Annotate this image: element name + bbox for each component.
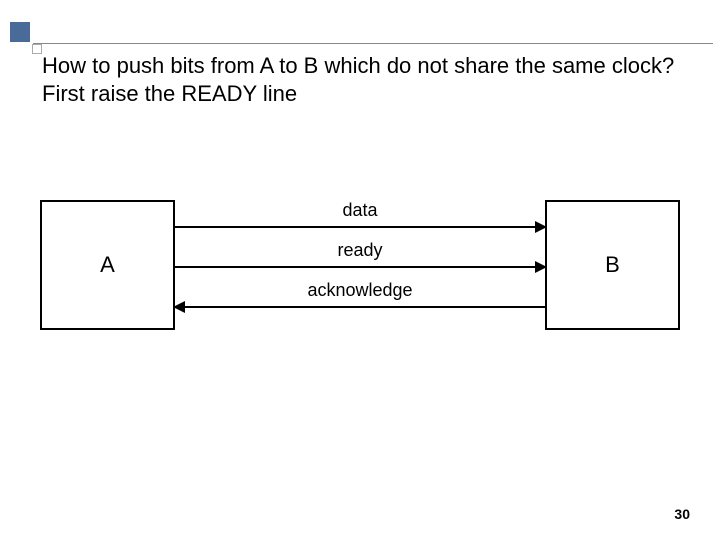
module-a-box: A (40, 200, 175, 330)
slide-title: How to push bits from A to B which do no… (42, 52, 690, 107)
signal-line-ready (175, 266, 545, 268)
arrow-left-icon (173, 301, 185, 313)
module-b-box: B (545, 200, 680, 330)
module-b-label: B (605, 252, 620, 278)
decoration-filled-square (10, 22, 30, 42)
signal-line-acknowledge (175, 306, 545, 308)
arrow-right-icon (535, 221, 547, 233)
title-divider (33, 43, 713, 44)
page-number: 30 (674, 506, 690, 522)
signal-label-acknowledge: acknowledge (300, 280, 420, 301)
signal-line-data (175, 226, 545, 228)
arrow-right-icon (535, 261, 547, 273)
handshake-diagram: A B data ready acknowledge (40, 200, 680, 360)
signal-label-ready: ready (300, 240, 420, 261)
module-a-label: A (100, 252, 115, 278)
decoration-outline-square (32, 44, 42, 54)
signal-label-data: data (300, 200, 420, 221)
